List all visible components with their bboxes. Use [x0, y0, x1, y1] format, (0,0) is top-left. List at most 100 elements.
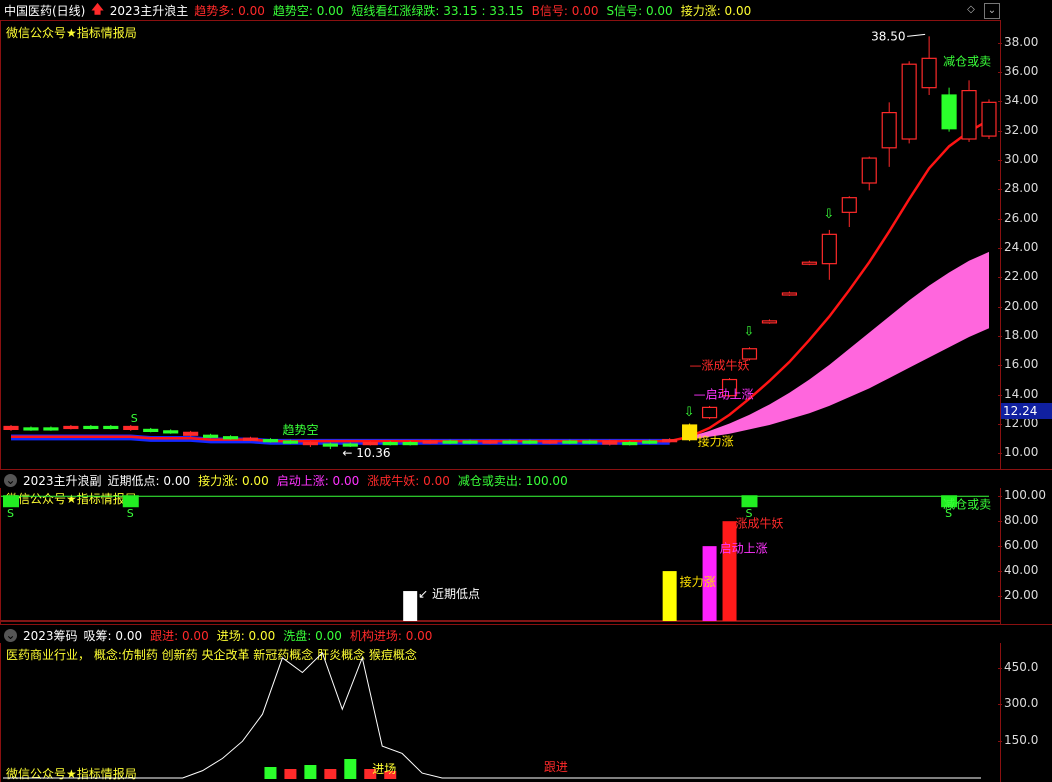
candle	[163, 430, 179, 434]
s-mark: S	[131, 412, 138, 425]
candle	[482, 440, 498, 444]
candle	[861, 157, 877, 184]
price-tick: 26.00	[997, 210, 1039, 225]
sub-tick: 20.00	[997, 588, 1039, 603]
candle	[123, 425, 139, 431]
chip-value-1: 跟进: 0.00	[150, 628, 209, 643]
candle	[921, 57, 937, 89]
candle	[582, 440, 598, 444]
sub-value-2: 启动上涨: 0.00	[276, 473, 360, 488]
price-tick: 38.00	[997, 34, 1039, 49]
candle	[43, 427, 59, 431]
candle	[183, 431, 199, 436]
candle	[781, 292, 797, 296]
candle	[642, 440, 658, 444]
candle	[801, 261, 817, 265]
chip-chart-panel: 医药商业行业， 概念:仿制药 创新药 央企改革 新冠药概念 肝炎概念 猴痘概念 …	[0, 643, 1001, 782]
candle	[562, 440, 578, 444]
candle	[522, 440, 538, 444]
relay-rise-label: 接力涨	[698, 434, 734, 449]
chip-tick: 300.0	[997, 696, 1039, 711]
main-value-3: B信号: 0.00	[531, 3, 599, 18]
candle	[282, 440, 299, 444]
sub-indicator-name[interactable]: 2023主升浪副	[23, 472, 102, 489]
signal-bar-chart: S S S S↙ 近期低点接力涨启动上涨涨成牛妖减仓或卖	[1, 495, 1000, 622]
reduce-label: 减仓或卖	[943, 498, 991, 512]
low-label: ← 10.36	[342, 446, 390, 460]
price-tick: 18.00	[997, 328, 1039, 342]
chip-bar	[264, 767, 277, 779]
chip-bar	[284, 769, 297, 779]
diamond-icon[interactable]: ◇	[964, 3, 978, 17]
bull-demon-label: —涨成牛妖	[690, 357, 750, 372]
s-mark: S	[7, 507, 14, 520]
chip-line-chart: 跟进 进场	[3, 651, 981, 779]
sub-value-0: 近期低点: 0.00	[107, 473, 191, 488]
candle	[701, 406, 718, 419]
price-tick: 30.00	[997, 152, 1039, 166]
candle	[841, 197, 857, 213]
main-header: 中国医药(日线) 🡅 2023主升浪主 趋势多: 0.00 趋势空: 0.00 短线…	[0, 0, 1052, 20]
indicator-name[interactable]: 2023主升浪主	[110, 2, 189, 19]
chip-indicator-name[interactable]: 2023筹码	[23, 627, 78, 644]
main-value-1: 趋势空: 0.00	[272, 3, 344, 18]
candle	[3, 425, 19, 431]
candle	[761, 320, 778, 324]
candle	[83, 425, 99, 430]
price-tick: 32.00	[997, 122, 1039, 137]
candle	[442, 440, 458, 444]
price-tick: 20.00	[997, 298, 1039, 313]
candle	[143, 428, 159, 432]
main-chart-panel: 微信公众号★指标情报局 ⇩ ⇩ ⇩ S 38.50 ← 10.36 减仓或卖 —涨成牛妖 —启动…	[0, 20, 1001, 470]
signal-bar	[662, 571, 677, 621]
chip-value-3: 洗盘: 0.00	[283, 628, 342, 643]
stock-title[interactable]: 中国医药(日线)	[4, 2, 85, 19]
chevron-down-icon[interactable]: ⌄	[4, 628, 17, 642]
header-values: 趋势多: 0.00 趋势空: 0.00 短线看红涨绿跌: 33.15 : 33.15…	[194, 2, 759, 19]
price-tick: 24.00	[997, 240, 1039, 254]
signal-bar	[403, 591, 418, 621]
candle	[302, 442, 318, 446]
signal-bar	[722, 521, 737, 621]
sub-value-4: 减仓或卖出: 100.00	[457, 473, 568, 488]
price-tick: 16.00	[997, 357, 1039, 372]
sub-chart-panel: 微信公众号★指标情报局 S S S S ↙ 近期低点 接力涨 启动上涨 涨成牛妖 减仓或卖	[0, 488, 1001, 625]
price-axis: 10.00 12.00 14.00 16.00 18.00 20.00 22.00 24.00…	[997, 20, 1052, 470]
sub-header: ⌄ 2023主升浪副 近期低点: 0.00 接力涨: 0.00 启动上涨: 0.00…	[0, 469, 1052, 490]
price-tick: 36.00	[997, 64, 1039, 78]
main-value-0: 趋势多: 0.00	[194, 3, 265, 18]
chip-axis: 450.0 300.0 150.0	[997, 643, 1052, 782]
candle	[881, 111, 897, 149]
start-label: 启动上涨	[720, 540, 768, 555]
price-tick: 28.00	[997, 181, 1039, 196]
candle	[622, 442, 638, 446]
price-tick: 14.00	[997, 386, 1039, 401]
sub-tick: 80.00	[997, 513, 1039, 528]
price-tick: 22.00	[997, 269, 1039, 284]
chip-line	[3, 651, 981, 779]
chevron-down-icon[interactable]: ⌄	[4, 473, 17, 487]
candle	[901, 63, 917, 140]
follow-label: 跟进	[544, 760, 568, 774]
main-value-5: 接力涨: 0.00	[680, 3, 752, 18]
high-pointer	[907, 33, 926, 37]
candle	[362, 442, 378, 446]
chip-value-4: 机构进场: 0.00	[349, 628, 433, 643]
candle	[103, 425, 119, 430]
enter-label: 进场	[372, 762, 396, 776]
candle	[402, 442, 418, 446]
candle	[322, 443, 338, 447]
up-arrow-icon: 🡅	[91, 1, 104, 16]
sub-tick: 60.00	[997, 538, 1039, 553]
bull-label: 涨成牛妖	[736, 515, 784, 530]
trend-empty-label: 趋势空	[282, 423, 318, 437]
candle	[462, 440, 478, 444]
chevron-down-icon[interactable]: ⌄	[984, 3, 1000, 19]
chip-bar	[304, 765, 317, 779]
price-tick: 34.00	[997, 93, 1039, 108]
current-price-badge: 12.24	[1001, 403, 1052, 419]
candle	[542, 440, 558, 444]
candle	[682, 424, 698, 441]
sell-bar	[122, 495, 139, 508]
candle	[502, 440, 518, 444]
